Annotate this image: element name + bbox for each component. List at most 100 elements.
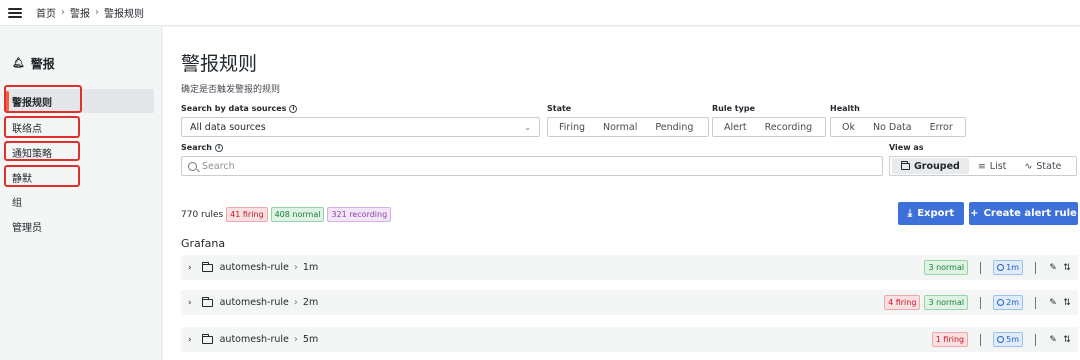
chevron-right-icon[interactable]: › (188, 335, 192, 345)
export-button[interactable]: ⤓ Export (898, 202, 964, 225)
rule-group-interval-name: 1m (302, 262, 319, 273)
edit-icon[interactable]: ✎ (1048, 335, 1058, 345)
viewas-option-label: Grouped (914, 160, 960, 172)
search-input[interactable]: Search (181, 156, 883, 176)
breadcrumb-separator-icon: › (61, 7, 65, 18)
viewas-option-state[interactable]: ∿ State (1015, 158, 1070, 174)
sidebar-item-label: 联络点 (12, 123, 42, 135)
ruletype-radio-group: Alert Recording (712, 117, 826, 137)
rule-group-name: automesh-rule (219, 334, 289, 345)
sidebar-item-label: 管理员 (12, 222, 42, 234)
info-icon[interactable]: i (214, 143, 223, 152)
sidebar: 🔔︎ 警报 警报规则 联络点 通知策略 静默 组 管理员 (0, 27, 162, 360)
rule-group-meta: 3 normal 1m ✎ ⇅ (924, 255, 1072, 280)
recording-badge: 321 recording (327, 207, 392, 222)
health-option-error[interactable]: Error (921, 119, 962, 135)
create-alert-rule-button[interactable]: + Create alert rule (969, 202, 1078, 225)
edit-icon[interactable]: ✎ (1048, 298, 1058, 308)
sidebar-item-alert-rules[interactable]: 警报规则 (6, 89, 154, 113)
divider (1035, 261, 1036, 274)
rule-group-row[interactable]: › automesh-rule › 1m 3 normal 1m ✎ ⇅ (181, 255, 1078, 280)
separator-icon: › (293, 334, 298, 345)
plus-icon: + (970, 208, 979, 219)
rule-group-name: automesh-rule (219, 297, 289, 308)
rule-group-meta: 4 firing 3 normal 2m ✎ ⇅ (884, 290, 1072, 315)
state-label: State (547, 104, 572, 113)
state-radio-group: Firing Normal Pending (547, 117, 709, 137)
chevron-right-icon[interactable]: › (188, 298, 192, 308)
bell-icon: 🔔︎ (12, 58, 25, 69)
state-option-pending[interactable]: Pending (646, 119, 702, 135)
sidebar-item-admin[interactable]: 管理员 (6, 214, 154, 238)
viewas-option-label: List (989, 160, 1007, 172)
sidebar-item-silences[interactable]: 静默 (6, 165, 154, 189)
ruletype-option-alert[interactable]: Alert (715, 119, 756, 135)
ruletype-option-recording[interactable]: Recording (756, 119, 822, 135)
breadcrumb-home[interactable]: 首页 (36, 5, 56, 20)
page-title: 警报规则 (181, 53, 258, 75)
sidebar-item-label: 通知策略 (12, 148, 52, 160)
state-option-firing[interactable]: Firing (550, 119, 594, 135)
create-button-label: Create alert rule (983, 208, 1077, 219)
health-option-ok[interactable]: Ok (833, 119, 864, 135)
sort-icon[interactable]: ⇅ (1062, 335, 1072, 345)
interval-badge: 2m (993, 295, 1023, 310)
page-subtitle: 确定是否触发警报的规则 (181, 85, 281, 95)
interval-value: 1m (1006, 263, 1019, 272)
interval-badge: 5m (993, 332, 1023, 347)
viewas-radio-group: Grouped ≡ List ∿ State (889, 156, 1077, 176)
sidebar-item-groups[interactable]: 组 (6, 189, 154, 213)
interval-badge: 1m (993, 260, 1023, 275)
info-icon[interactable]: i (289, 104, 298, 113)
folder-icon (201, 296, 213, 307)
datasource-label: Search by data sources i (181, 104, 298, 113)
breadcrumb-alerting[interactable]: 警报 (70, 5, 90, 20)
interval-value: 2m (1006, 298, 1019, 307)
top-nav-bar: 首页 › 警报 › 警报规则 (0, 0, 1080, 26)
firing-badge: 4 firing (884, 295, 921, 310)
rule-group-interval-name: 2m (302, 297, 319, 308)
clock-icon (997, 299, 1005, 306)
normal-badge: 408 normal (270, 207, 325, 222)
firing-badge: 1 firing (931, 332, 969, 347)
main-content: 警报规则 确定是否触发警报的规则 Search by data sources … (163, 27, 1080, 360)
breadcrumb-separator-icon: › (95, 7, 99, 18)
divider (980, 333, 982, 346)
rules-summary: 770 rules 41 firing 408 normal 321 recor… (181, 207, 392, 222)
viewas-option-list[interactable]: ≡ List (969, 158, 1016, 174)
search-label: Search i (181, 143, 223, 152)
health-label: Health (830, 104, 860, 113)
search-label-text: Search (181, 143, 212, 152)
state-option-normal[interactable]: Normal (594, 119, 646, 135)
menu-icon[interactable] (8, 7, 22, 18)
divider (980, 296, 982, 309)
datasource-group-heading: Grafana (181, 237, 226, 250)
sidebar-item-contact-points[interactable]: 联络点 (6, 115, 154, 139)
datasource-select[interactable]: All data sources ⌄ (181, 117, 540, 137)
rule-group-name: automesh-rule (219, 262, 289, 273)
rules-total: 770 rules (181, 209, 224, 220)
edit-icon[interactable]: ✎ (1048, 263, 1058, 273)
breadcrumb-current: 警报规则 (104, 9, 144, 20)
viewas-option-grouped[interactable]: Grouped (892, 158, 969, 174)
rule-group-row[interactable]: › automesh-rule › 5m 1 firing 5m ✎ ⇅ (181, 327, 1078, 352)
rule-group-interval-name: 5m (302, 334, 319, 345)
sidebar-item-label: 组 (12, 197, 22, 209)
divider (980, 261, 982, 274)
rule-group-row[interactable]: › automesh-rule › 2m 4 firing 3 normal 2… (181, 290, 1078, 315)
sidebar-item-notification-policies[interactable]: 通知策略 (6, 140, 154, 164)
export-icon: ⤓ (907, 208, 913, 219)
sort-icon[interactable]: ⇅ (1062, 298, 1072, 308)
separator-icon: › (293, 262, 298, 273)
health-option-nodata[interactable]: No Data (864, 119, 921, 135)
viewas-option-label: State (1036, 160, 1062, 172)
sidebar-item-label: 静默 (12, 173, 32, 185)
chevron-right-icon[interactable]: › (188, 263, 192, 273)
normal-badge: 3 normal (924, 295, 969, 310)
search-icon (188, 161, 197, 171)
sidebar-title: 🔔︎ 警报 (12, 55, 55, 72)
export-button-label: Export (917, 208, 955, 219)
sort-icon[interactable]: ⇅ (1062, 263, 1072, 273)
rule-group-meta: 1 firing 5m ✎ ⇅ (931, 327, 1072, 352)
folder-icon (201, 333, 213, 344)
